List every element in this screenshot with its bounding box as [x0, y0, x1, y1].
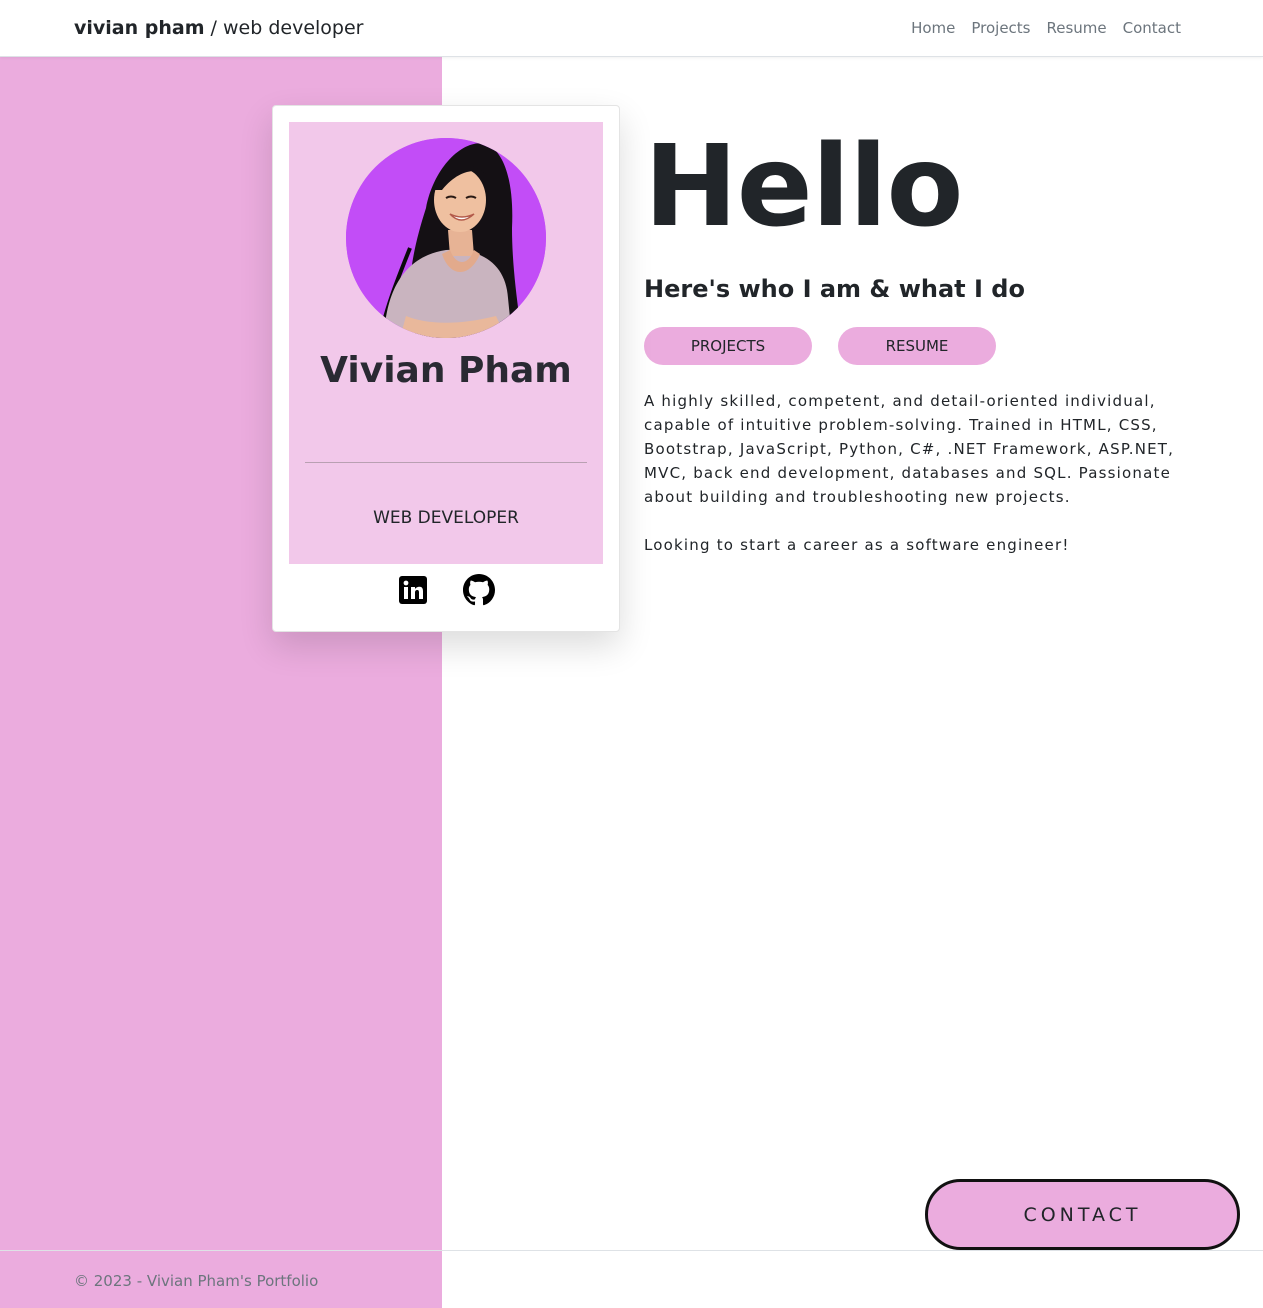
- nav-link-projects[interactable]: Projects: [971, 18, 1030, 38]
- avatar-image: [346, 138, 546, 338]
- linkedin-link[interactable]: [397, 574, 429, 606]
- nav-link-home[interactable]: Home: [911, 18, 955, 38]
- about-text: A highly skilled, competent, and detail-…: [644, 389, 1204, 557]
- brand-tagline: / web developer: [204, 17, 364, 39]
- nav-links: Home Projects Resume Contact: [911, 18, 1181, 38]
- profile-card: Vivian Pham WEB DEVELOPER: [272, 105, 620, 632]
- projects-button[interactable]: PROJECTS: [644, 327, 812, 365]
- card-name: Vivian Pham: [320, 350, 572, 391]
- hero-heading: Hello: [644, 122, 963, 252]
- resume-button[interactable]: RESUME: [838, 327, 996, 365]
- linkedin-icon: [399, 576, 427, 604]
- footer-divider: [0, 1250, 1263, 1251]
- brand-name: vivian pham: [74, 17, 205, 39]
- avatar: [346, 138, 546, 338]
- brand-link[interactable]: vivian pham / web developer: [74, 15, 363, 41]
- card-role: WEB DEVELOPER: [373, 508, 519, 528]
- nav-link-resume[interactable]: Resume: [1047, 18, 1107, 38]
- card-divider: [305, 462, 587, 463]
- github-link[interactable]: [463, 574, 495, 606]
- github-icon: [463, 574, 495, 606]
- footer-copyright: © 2023 - Vivian Pham's Portfolio: [74, 1272, 319, 1290]
- social-links: [273, 574, 619, 606]
- profile-card-body: Vivian Pham WEB DEVELOPER: [289, 122, 603, 564]
- career-goal-text: Looking to start a career as a software …: [644, 536, 1070, 554]
- navbar: vivian pham / web developer Home Project…: [0, 0, 1263, 57]
- contact-button[interactable]: CONTACT: [925, 1179, 1240, 1250]
- nav-link-contact[interactable]: Contact: [1123, 18, 1181, 38]
- about-paragraph: A highly skilled, competent, and detail-…: [644, 392, 1175, 506]
- hero-subtitle: Here's who I am & what I do: [644, 275, 1025, 303]
- footer: © 2023 - Vivian Pham's Portfolio: [74, 1271, 318, 1291]
